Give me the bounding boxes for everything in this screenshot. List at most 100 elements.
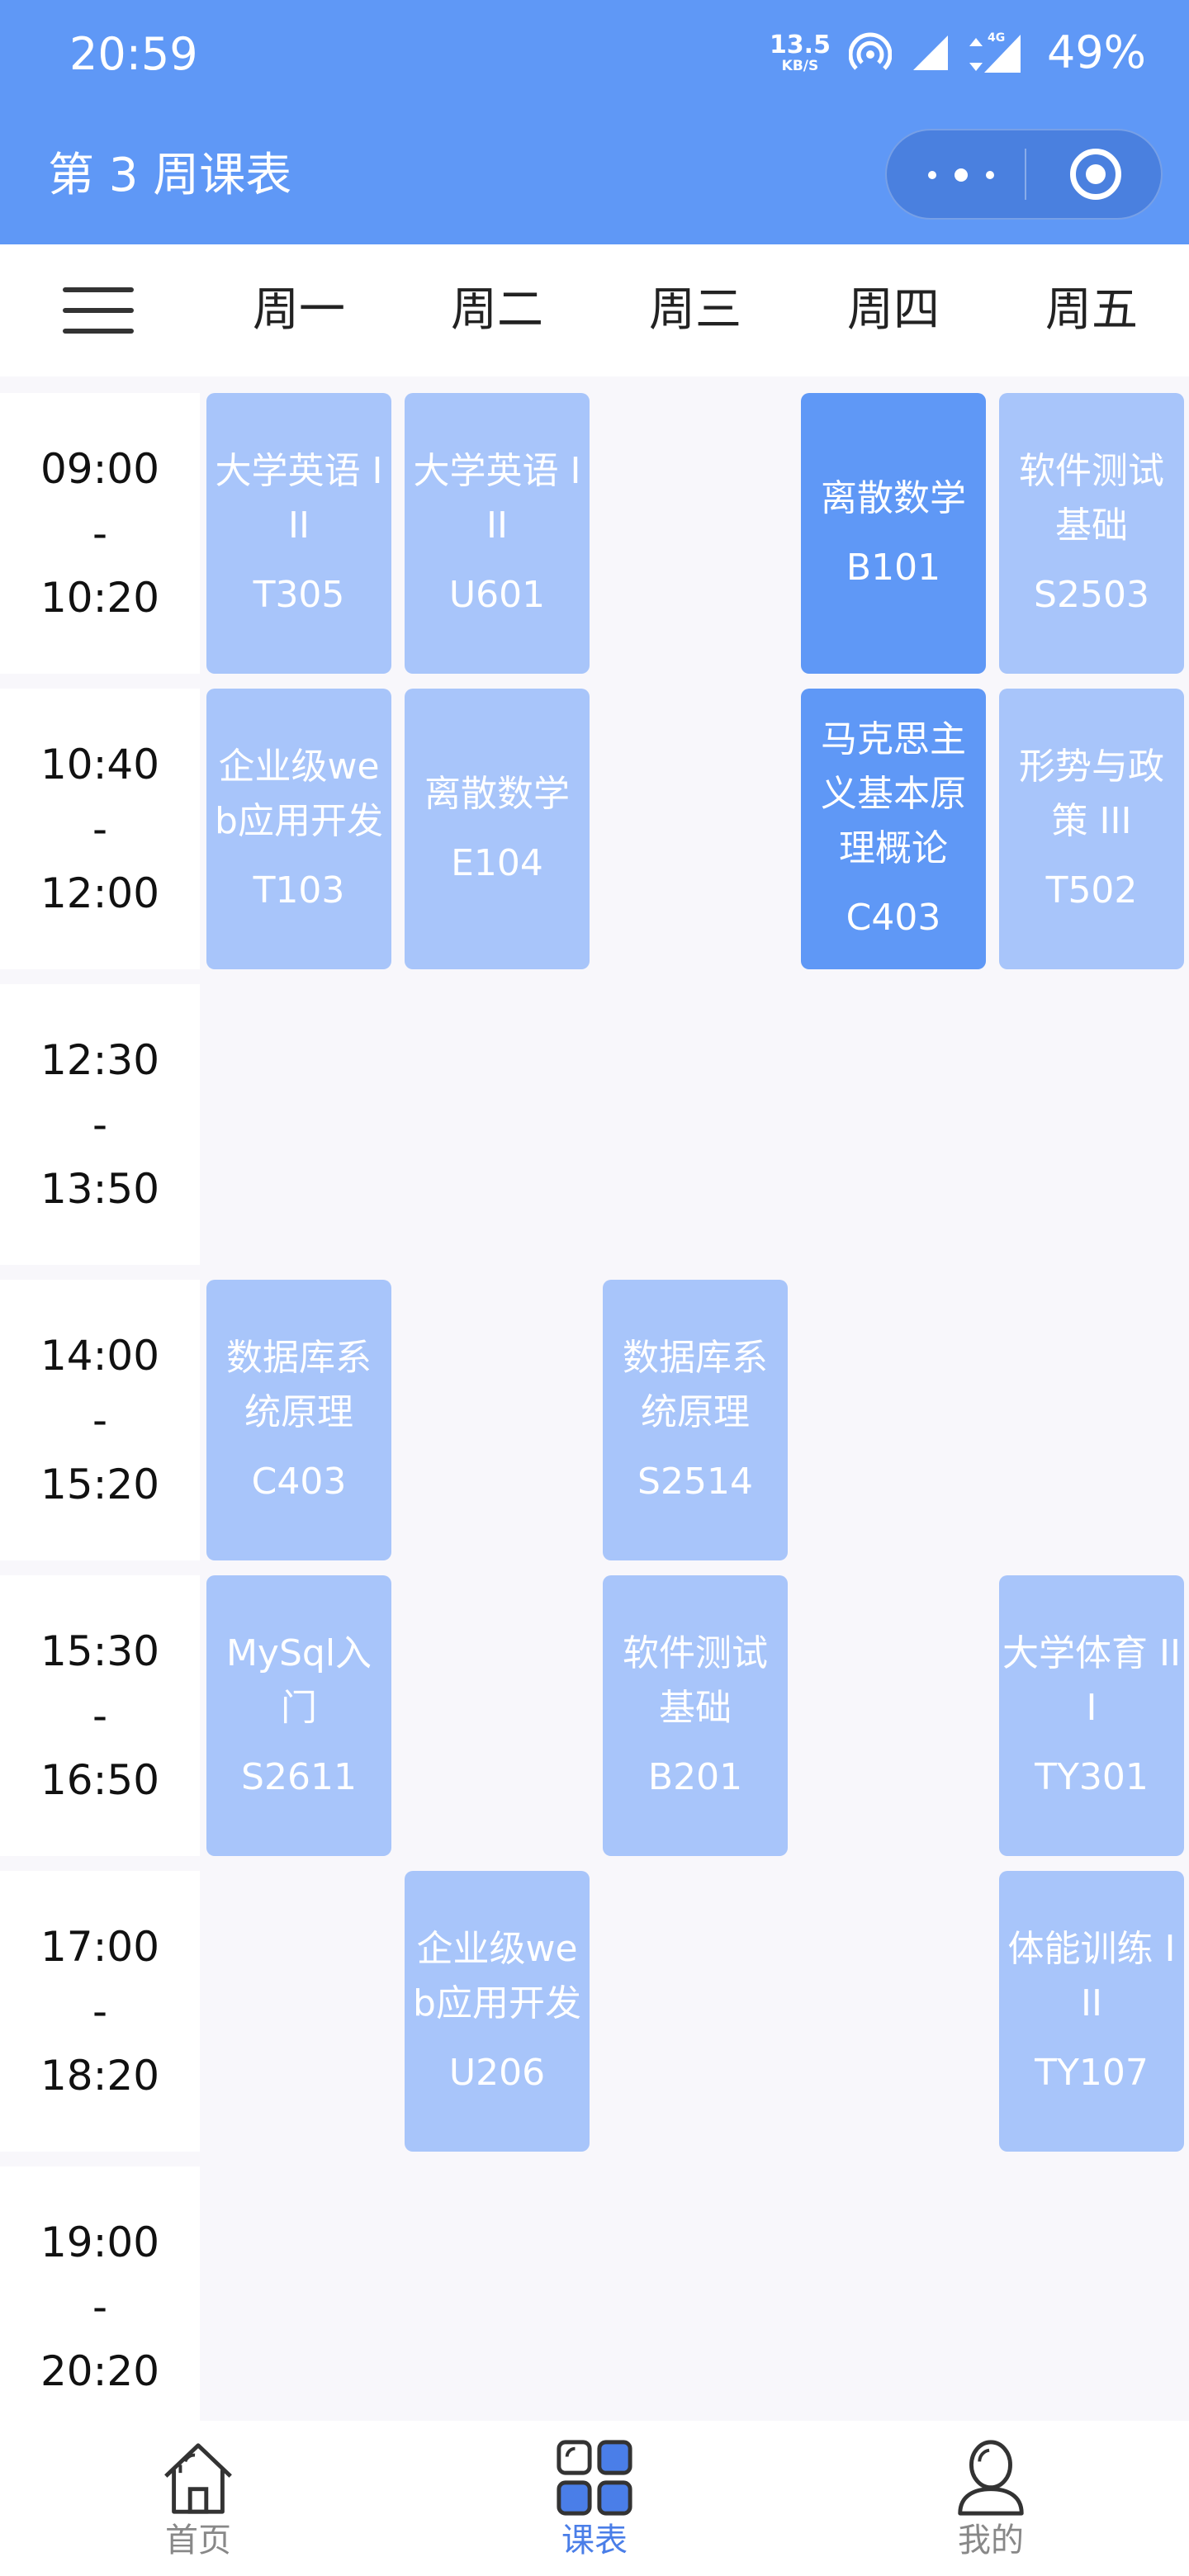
time-start: 14:00: [40, 1332, 160, 1380]
close-target-icon[interactable]: [1070, 149, 1121, 200]
course-room: E104: [451, 842, 543, 884]
time-end: 15:20: [40, 1461, 160, 1508]
course-room: S2503: [1034, 574, 1149, 616]
time-start: 19:00: [40, 2218, 160, 2266]
course-name: 体能训练 I II: [1007, 1928, 1176, 2024]
time-end: 18:20: [40, 2052, 160, 2100]
day-wednesday: 周三: [649, 283, 741, 337]
tab-schedule[interactable]: 课表: [495, 2437, 694, 2561]
course-card[interactable]: MySql入门 S2611: [206, 1575, 391, 1856]
menu-icon[interactable]: [63, 287, 134, 334]
course-room: T502: [1045, 869, 1138, 912]
signal-type-label: 4G: [987, 31, 1006, 45]
course-name: 离散数学: [821, 477, 966, 519]
time-slot: 10:40 - 12:00: [0, 689, 200, 969]
time-start: 09:00: [40, 445, 160, 493]
time-separator: -: [92, 1692, 108, 1740]
time-start: 10:40: [40, 741, 160, 788]
course-room: C403: [251, 1461, 347, 1503]
course-name: 软件测试基础: [623, 1632, 768, 1729]
time-slot: 12:30 - 13:50: [0, 984, 200, 1265]
capsule-divider: [1025, 149, 1026, 200]
time-end: 13:50: [40, 1165, 160, 1213]
hotspot-icon: [848, 32, 892, 70]
status-time: 20:59: [69, 28, 198, 80]
course-room: TY107: [1035, 2052, 1149, 2094]
course-room: U206: [448, 2052, 546, 2094]
course-name: 大学英语 I II: [215, 450, 383, 547]
time-separator: -: [92, 1396, 108, 1444]
course-name: 数据库系统原理: [623, 1337, 768, 1433]
course-name: 数据库系统原理: [226, 1337, 372, 1433]
time-end: 20:20: [40, 2347, 160, 2395]
course-card[interactable]: 数据库系统原理 S2514: [603, 1280, 788, 1560]
tab-label: 我的: [958, 2522, 1024, 2559]
course-card[interactable]: 体能训练 I II TY107: [999, 1871, 1184, 2152]
course-room: S2611: [241, 1756, 357, 1798]
time-slot: 09:00 - 10:20: [0, 393, 200, 674]
time-end: 16:50: [40, 1756, 160, 1804]
mini-program-capsule: [885, 129, 1163, 220]
more-button[interactable]: [928, 159, 994, 192]
schedule-grid-icon: [557, 2440, 632, 2516]
time-slot: 15:30 - 16:50: [0, 1575, 200, 1856]
day-monday: 周一: [253, 283, 345, 337]
time-separator: -: [92, 2283, 108, 2331]
course-card[interactable]: 形势与政策 III T502: [999, 689, 1184, 969]
time-start: 12:30: [40, 1036, 160, 1084]
time-slot: 17:00 - 18:20: [0, 1871, 200, 2152]
page-title: 第 3 周课表: [48, 149, 292, 202]
status-icons: 13.5 KB/S 4G 49%: [770, 23, 1146, 83]
course-card-highlighted[interactable]: 离散数学 B101: [801, 393, 986, 674]
course-room: T305: [253, 574, 345, 616]
time-end: 10:20: [40, 574, 160, 622]
time-start: 17:00: [40, 1923, 160, 1971]
signal-4g: 4G: [969, 31, 1021, 74]
course-name: 企业级web应用开发: [413, 1928, 581, 2024]
course-card[interactable]: 大学英语 I II U601: [405, 393, 590, 674]
course-card[interactable]: 大学体育 III TY301: [999, 1575, 1184, 1856]
week-header: 周一 周二 周三 周四 周五: [0, 244, 1189, 376]
course-card[interactable]: 软件测试基础 S2503: [999, 393, 1184, 674]
signal-icon: [912, 36, 948, 70]
course-card[interactable]: 软件测试基础 B201: [603, 1575, 788, 1856]
course-card[interactable]: 大学英语 I II T305: [206, 393, 391, 674]
course-room: U601: [448, 574, 546, 616]
day-thursday: 周四: [847, 283, 940, 337]
course-card-highlighted[interactable]: 马克思主义基本原理概论 C403: [801, 689, 986, 969]
home-icon: [164, 2443, 232, 2514]
net-speed-unit: KB/S: [781, 57, 819, 74]
battery-percent: 49%: [1046, 26, 1146, 78]
course-name: 大学体育 III: [1002, 1632, 1181, 1729]
course-room: TY301: [1035, 1756, 1149, 1798]
course-name: 企业级web应用开发: [215, 746, 383, 842]
day-friday: 周五: [1045, 283, 1138, 337]
time-end: 12:00: [40, 869, 160, 917]
course-card[interactable]: 离散数学 E104: [405, 689, 590, 969]
course-name: 软件测试基础: [1019, 450, 1164, 547]
tab-profile[interactable]: 我的: [892, 2437, 1090, 2561]
course-card[interactable]: 企业级web应用开发 T103: [206, 689, 391, 969]
time-separator: -: [92, 1101, 108, 1148]
course-name: 大学英语 I II: [413, 450, 581, 547]
course-name: MySql入门: [225, 1632, 372, 1729]
course-room: T103: [253, 869, 345, 912]
net-speed-value: 13.5: [769, 30, 831, 59]
time-slot: 14:00 - 15:20: [0, 1280, 200, 1560]
time-separator: -: [92, 1987, 108, 2035]
tab-home[interactable]: 首页: [99, 2437, 297, 2561]
data-arrows-icon: [969, 38, 983, 71]
course-room: B201: [647, 1756, 743, 1798]
course-name: 离散数学: [424, 773, 570, 815]
day-tuesday: 周二: [451, 283, 543, 337]
person-icon: [958, 2440, 1024, 2516]
course-room: C403: [846, 897, 941, 939]
top-bar: 20:59 13.5 KB/S 4G 49% 第 3 周课表: [0, 0, 1189, 244]
course-card[interactable]: 企业级web应用开发 U206: [405, 1871, 590, 2152]
bottom-tab-bar: 首页 课表 我的: [0, 2421, 1189, 2576]
course-card[interactable]: 数据库系统原理 C403: [206, 1280, 391, 1560]
course-name: 马克思主义基本原理概论: [821, 718, 966, 869]
tab-label: 课表: [561, 2522, 628, 2559]
course-room: B101: [846, 547, 941, 589]
time-separator: -: [92, 509, 108, 557]
